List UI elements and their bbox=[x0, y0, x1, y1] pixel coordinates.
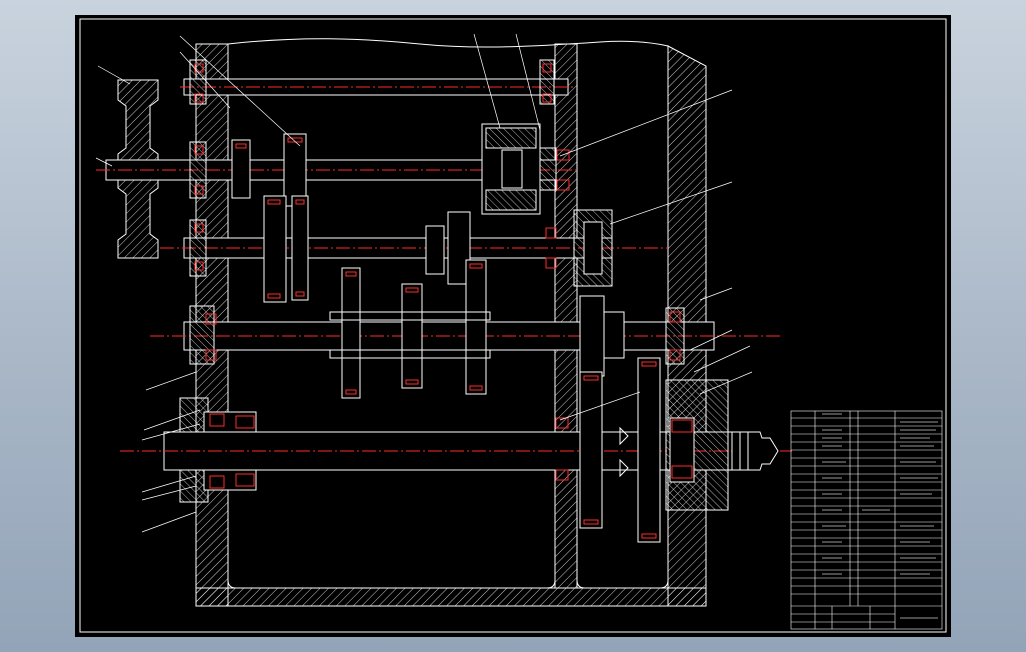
shaft4-gear-b bbox=[401, 283, 423, 389]
housing-break-line bbox=[227, 38, 669, 48]
middle-wall bbox=[554, 43, 578, 589]
gearbox-assembly-drawing bbox=[79, 18, 947, 633]
shaft3-gear-a bbox=[263, 195, 287, 303]
input-gear-a bbox=[231, 139, 251, 199]
shaft4-gear-d bbox=[579, 295, 605, 377]
spindle-nose bbox=[731, 431, 779, 471]
title-block-text-marks bbox=[822, 413, 938, 619]
spindle-gear-a bbox=[579, 371, 603, 529]
shaft3-gear-c bbox=[425, 225, 445, 275]
shaft4-gear-a bbox=[341, 267, 361, 399]
bottom-wall bbox=[195, 587, 707, 607]
spindle-gear-b bbox=[637, 357, 661, 543]
input-shaft bbox=[96, 79, 580, 259]
shaft3-gear-b bbox=[291, 195, 309, 301]
title-block bbox=[790, 410, 943, 630]
shaft-1 bbox=[180, 59, 575, 105]
shaft4-gear-c bbox=[465, 259, 487, 395]
input-gear-b bbox=[283, 133, 307, 207]
drawing-sheet bbox=[75, 15, 951, 637]
